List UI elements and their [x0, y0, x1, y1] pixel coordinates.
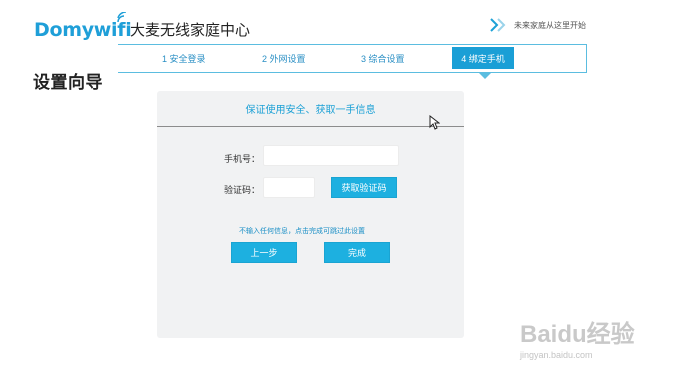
step-wan-settings: 2 外网设置 — [262, 54, 306, 64]
previous-step-button[interactable]: 上一步 — [231, 242, 297, 263]
get-code-button[interactable]: 获取验证码 — [331, 177, 397, 198]
tagline: 未来家庭从这里开始 — [488, 17, 586, 33]
tagline-text: 未来家庭从这里开始 — [514, 20, 586, 30]
step-general-settings: 3 综合设置 — [361, 54, 405, 64]
baidu-watermark: Baidu经验 jingyan.baidu.com — [520, 314, 640, 362]
baidu-jingyan-logo: Baidu经验 — [520, 321, 635, 348]
watermark-url: jingyan.baidu.com — [520, 350, 593, 360]
phone-label: 手机号： — [224, 154, 261, 164]
page-title: 设置向导 — [33, 73, 103, 92]
bind-phone-panel: 保证使用安全、获取一手信息 — [157, 91, 464, 338]
phone-input[interactable] — [263, 145, 399, 166]
brand-name: 大麦无线家庭中心 — [130, 22, 251, 39]
verification-code-label: 验证码： — [224, 185, 261, 195]
finish-button[interactable]: 完成 — [324, 242, 390, 263]
step-security-login: 1 安全登录 — [162, 54, 206, 64]
double-chevron-right-icon — [490, 18, 506, 32]
wifi-signal-icon — [117, 12, 127, 23]
step-bind-phone: 4 绑定手机 — [452, 47, 514, 69]
active-step-pointer — [479, 73, 491, 79]
skip-hint: 不输入任何信息，点击完成可跳过此设置 — [239, 228, 365, 235]
panel-heading: 保证使用安全、获取一手信息 — [157, 91, 464, 127]
mouse-cursor-icon — [429, 115, 440, 130]
verification-code-input[interactable] — [263, 177, 315, 198]
domywifi-logo: Domywifi — [34, 12, 132, 42]
